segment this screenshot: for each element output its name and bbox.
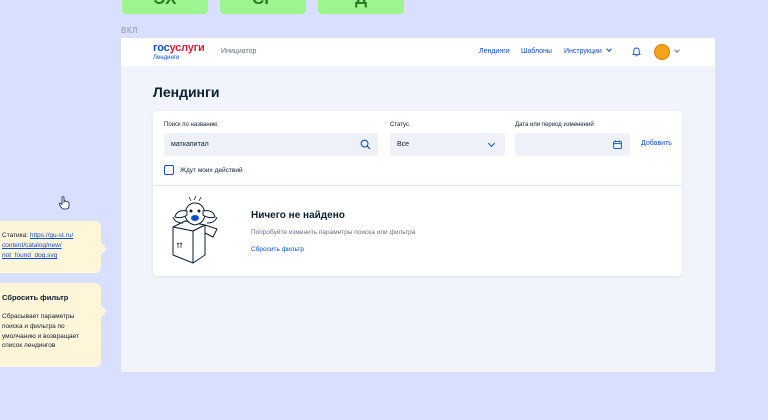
search-input[interactable]: маткапитал: [164, 133, 378, 156]
page-title: Лендинги: [153, 84, 220, 100]
status-select[interactable]: Все: [390, 133, 505, 156]
nav-instructions-label: Инструкции: [564, 48, 602, 55]
section-label: ВКЛ: [121, 26, 138, 35]
static-url-line-2[interactable]: content/catalog/new/: [2, 241, 99, 251]
note-body-line-4: список лендингов: [2, 342, 56, 350]
not-found-dog-illustration: [172, 195, 218, 264]
status-value: Все: [397, 141, 410, 148]
awaiting-actions-checkbox[interactable]: [164, 165, 174, 175]
logo-subtitle: Лендинги: [153, 55, 180, 61]
avatar[interactable]: [654, 44, 670, 60]
add-button[interactable]: Добавить: [641, 140, 672, 147]
reset-filter-note: Сбросить фильтр Сбрасывает параметры пои…: [0, 283, 107, 367]
logo-gos: гос: [153, 42, 170, 54]
logo-uslugi: услуги: [169, 42, 205, 54]
user-role: Инициатор: [221, 48, 257, 55]
note-body-line-1: Сбрасывает параметры: [2, 313, 75, 320]
date-picker[interactable]: [515, 133, 630, 156]
reset-filter-link[interactable]: Сбросить фильтр: [251, 246, 304, 253]
note-body-line-2: поиска и фильтра по: [2, 322, 65, 330]
nav-instructions[interactable]: Инструкции: [564, 46, 612, 55]
empty-state-title: Ничего не найдено: [251, 210, 345, 221]
search-value: маткапитал: [171, 141, 209, 148]
search-label: Поиск по названию: [164, 122, 218, 128]
app-header: госуслуги Лендинги Инициатор Лендинги Ша…: [121, 38, 715, 66]
chevron-down-icon: [487, 139, 496, 148]
landings-screen: госуслуги Лендинги Инициатор Лендинги Ша…: [121, 38, 715, 372]
filter-card: Поиск по названию Статус Дата или период…: [153, 111, 682, 276]
top-tab-1[interactable]: ЭХ: [122, 0, 208, 14]
search-icon[interactable]: [360, 139, 371, 150]
calendar-icon[interactable]: [613, 140, 622, 149]
date-label: Дата или период изменений: [515, 122, 594, 128]
divider: [153, 185, 682, 186]
top-tab-3[interactable]: Д: [318, 0, 404, 14]
top-tab-2[interactable]: СГ: [220, 0, 306, 14]
gosuslugi-logo[interactable]: госуслуги Лендинги: [153, 42, 205, 62]
bell-icon[interactable]: [632, 47, 641, 57]
chevron-down-icon: [605, 46, 612, 52]
note-title: Сбросить фильтр: [2, 293, 69, 302]
static-asset-note: Статика: https://gu-st.ru/ content/catal…: [0, 221, 107, 273]
awaiting-actions-label[interactable]: Ждут моих действий: [180, 167, 243, 174]
status-label: Статус: [390, 122, 409, 128]
empty-state-description: Попробуйте изменить параметры поиска или…: [251, 229, 416, 236]
static-url-line-3[interactable]: not_found_dog.svg: [2, 251, 99, 261]
hand-cursor-icon: [58, 196, 70, 210]
nav-templates[interactable]: Шаблоны: [521, 48, 552, 55]
note-body-line-3: умолчанию и возвращает: [2, 332, 80, 340]
note-body: Сбрасывает параметры поиска и фильтра по…: [2, 312, 99, 351]
static-url-line-1[interactable]: https://gu-st.ru/: [30, 232, 73, 239]
nav-landings[interactable]: Лендинги: [479, 48, 510, 55]
avatar-chevron-icon[interactable]: [674, 47, 680, 53]
static-prefix: Статика:: [2, 232, 30, 239]
